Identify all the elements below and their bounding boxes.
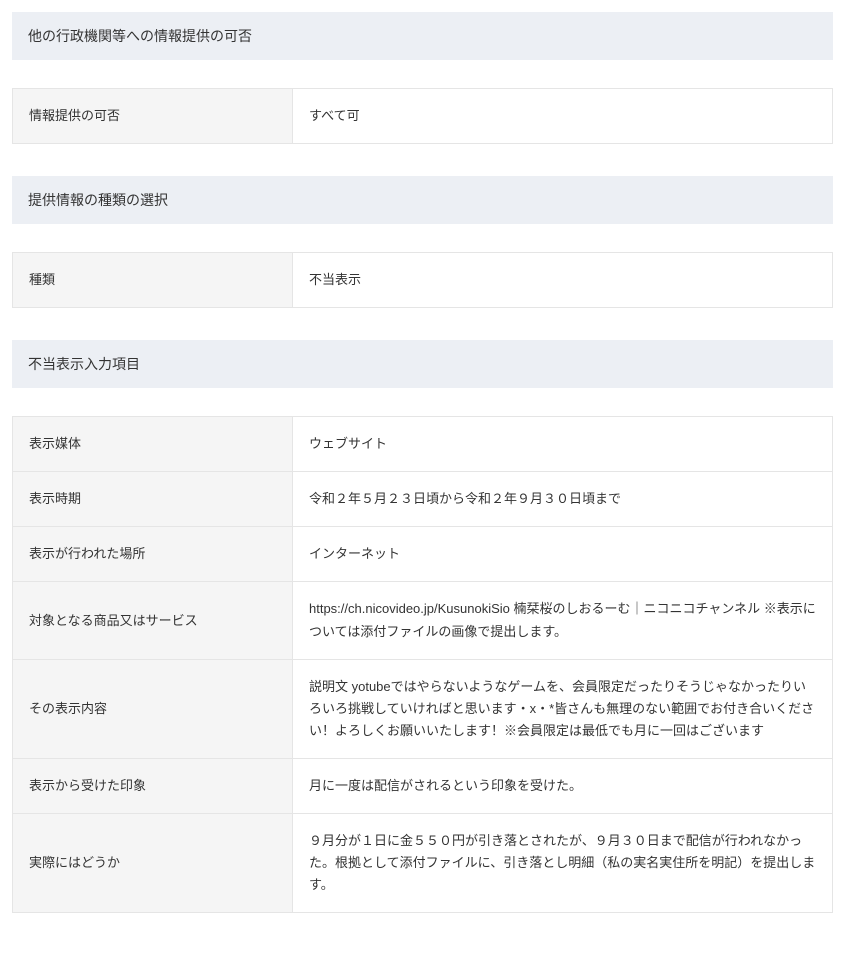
gap — [12, 388, 833, 416]
table-row: 対象となる商品又はサービス https://ch.nicovideo.jp/Ku… — [13, 582, 833, 659]
row-label: 対象となる商品又はサービス — [13, 582, 293, 659]
row-label: 表示から受けた印象 — [13, 758, 293, 813]
row-label: その表示内容 — [13, 659, 293, 758]
table-unfair-display-items: 表示媒体 ウェブサイト 表示時期 令和２年５月２３日頃から令和２年９月３０日頃ま… — [12, 416, 833, 913]
section-type-selection: 提供情報の種類の選択 種類 不当表示 — [12, 176, 833, 308]
table-row: 表示が行われた場所 インターネット — [13, 527, 833, 582]
table-row: 種類 不当表示 — [13, 253, 833, 308]
section-header: 不当表示入力項目 — [12, 340, 833, 388]
section-header: 提供情報の種類の選択 — [12, 176, 833, 224]
table-row: その表示内容 説明文 yotubeではやらないようなゲームを、会員限定だったりそ… — [13, 659, 833, 758]
gap — [12, 224, 833, 252]
row-label: 表示が行われた場所 — [13, 527, 293, 582]
row-value: https://ch.nicovideo.jp/KusunokiSio 楠栞桜の… — [293, 582, 833, 659]
row-label: 表示時期 — [13, 472, 293, 527]
row-label: 表示媒体 — [13, 417, 293, 472]
row-value: すべて可 — [293, 89, 833, 144]
row-label: 情報提供の可否 — [13, 89, 293, 144]
table-row: 実際にはどうか ９月分が１日に金５５０円が引き落とされたが、９月３０日まで配信が… — [13, 814, 833, 913]
table-type-selection: 種類 不当表示 — [12, 252, 833, 308]
table-row: 表示時期 令和２年５月２３日頃から令和２年９月３０日頃まで — [13, 472, 833, 527]
row-value: 不当表示 — [293, 253, 833, 308]
row-value: 説明文 yotubeではやらないようなゲームを、会員限定だったりそうじゃなかった… — [293, 659, 833, 758]
table-row: 表示媒体 ウェブサイト — [13, 417, 833, 472]
row-value: 令和２年５月２３日頃から令和２年９月３０日頃まで — [293, 472, 833, 527]
table-information-sharing: 情報提供の可否 すべて可 — [12, 88, 833, 144]
row-value: ウェブサイト — [293, 417, 833, 472]
gap — [12, 60, 833, 88]
table-row: 情報提供の可否 すべて可 — [13, 89, 833, 144]
row-label: 実際にはどうか — [13, 814, 293, 913]
row-value: 月に一度は配信がされるという印象を受けた。 — [293, 758, 833, 813]
row-value: インターネット — [293, 527, 833, 582]
section-unfair-display-items: 不当表示入力項目 表示媒体 ウェブサイト 表示時期 令和２年５月２３日頃から令和… — [12, 340, 833, 913]
section-header: 他の行政機関等への情報提供の可否 — [12, 12, 833, 60]
row-value: ９月分が１日に金５５０円が引き落とされたが、９月３０日まで配信が行われなかった。… — [293, 814, 833, 913]
row-label: 種類 — [13, 253, 293, 308]
table-row: 表示から受けた印象 月に一度は配信がされるという印象を受けた。 — [13, 758, 833, 813]
section-information-sharing: 他の行政機関等への情報提供の可否 情報提供の可否 すべて可 — [12, 12, 833, 144]
